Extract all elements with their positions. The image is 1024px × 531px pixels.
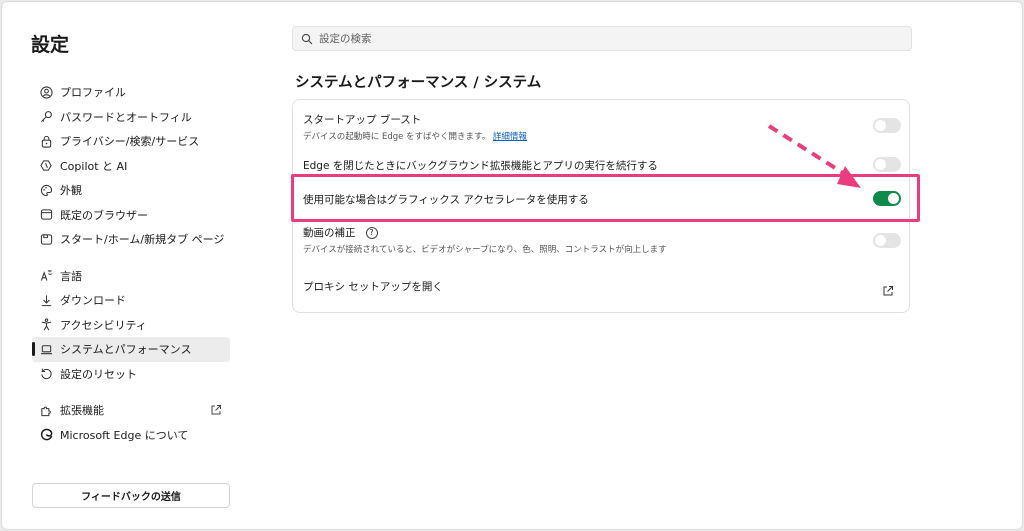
search-box[interactable]: [292, 26, 912, 51]
sidebar-item-label: アクセシビリティ: [60, 318, 147, 332]
setting-description: デバイスの起動時に Edge をすばやく開きます。 詳細情報: [303, 130, 899, 142]
sidebar-item-profile[interactable]: プロファイル: [32, 80, 230, 105]
setting-description: デバイスが接続されていると、ビデオがシャープになり、色、照明、コントラストが向上…: [303, 245, 667, 255]
sidebar-item-label: 拡張機能: [60, 404, 104, 418]
sidebar-item-privacy[interactable]: プライバシー/検索/サービス: [32, 129, 230, 154]
video-enhance-toggle[interactable]: [873, 233, 901, 248]
background-extensions-toggle[interactable]: [873, 157, 901, 172]
sidebar: 設定 プロファイル パスワードとオートフィル プライバシー/検索/サービス Co…: [2, 2, 242, 529]
setting-title-text: 動画の補正: [303, 227, 356, 239]
setting-background-extensions: Edge を閉じたときにバックグラウンド拡張機能とアプリの実行を続行する: [303, 158, 899, 173]
sidebar-item-passwords[interactable]: パスワードとオートフィル: [32, 105, 230, 130]
sidebar-item-downloads[interactable]: ダウンロード: [32, 288, 230, 313]
new-tab-icon: [39, 232, 53, 246]
sidebar-item-about[interactable]: Microsoft Edge について: [32, 423, 230, 448]
setting-title: Edge を閉じたときにバックグラウンド拡張機能とアプリの実行を続行する: [303, 160, 658, 172]
accessibility-icon: [39, 318, 53, 332]
setting-startup-boost: スタートアップ ブースト デバイスの起動時に Edge をすばやく開きます。 詳…: [303, 112, 899, 142]
sidebar-item-reset[interactable]: 設定のリセット: [32, 362, 230, 387]
language-icon: [39, 269, 53, 283]
startup-boost-toggle[interactable]: [873, 118, 901, 133]
sidebar-item-languages[interactable]: 言語: [32, 264, 230, 289]
copilot-icon: [39, 159, 53, 173]
sidebar-item-extensions[interactable]: 拡張機能: [32, 398, 230, 423]
setting-graphics-acceleration: 使用可能な場合はグラフィックス アクセラレータを使用する: [303, 192, 899, 207]
feedback-button[interactable]: フィードバックの送信: [32, 483, 230, 508]
sidebar-item-label: Microsoft Edge について: [60, 428, 189, 442]
sidebar-item-label: プロファイル: [60, 86, 126, 100]
setting-title: スタートアップ ブースト: [303, 114, 422, 126]
setting-proxy[interactable]: プロキシ セットアップを開く: [303, 279, 899, 294]
sidebar-item-label: パスワードとオートフィル: [60, 110, 192, 124]
laptop-icon: [39, 342, 53, 356]
reset-icon: [39, 367, 53, 381]
search-input[interactable]: [319, 32, 879, 45]
sidebar-item-label: 設定のリセット: [60, 367, 137, 381]
help-icon[interactable]: ?: [365, 227, 378, 239]
sidebar-item-label: スタート/ホーム/新規タブ ページ: [60, 233, 225, 247]
search-icon: [301, 33, 313, 44]
sidebar-item-system[interactable]: システムとパフォーマンス: [32, 337, 230, 362]
setting-title: プロキシ セットアップを開く: [303, 281, 443, 293]
sidebar-item-label: 既定のブラウザー: [60, 208, 148, 222]
sidebar-item-start-home[interactable]: スタート/ホーム/新規タブ ページ: [32, 227, 230, 252]
palette-icon: [39, 183, 53, 197]
sidebar-item-accessibility[interactable]: アクセシビリティ: [32, 313, 230, 338]
edge-logo-icon: [39, 428, 53, 442]
settings-card: スタートアップ ブースト デバイスの起動時に Edge をすばやく開きます。 詳…: [292, 99, 910, 313]
setting-title: 動画の補正?: [303, 225, 899, 240]
sidebar-item-label: 外観: [60, 184, 82, 198]
learn-more-link[interactable]: 詳細情報: [493, 132, 527, 142]
sidebar-item-label: プライバシー/検索/サービス: [60, 135, 200, 149]
browser-icon: [39, 208, 53, 222]
graphics-acceleration-toggle[interactable]: [873, 191, 901, 206]
download-icon: [39, 293, 53, 307]
setting-title: 使用可能な場合はグラフィックス アクセラレータを使用する: [303, 194, 589, 206]
sidebar-title: 設定: [31, 34, 70, 56]
external-link-icon[interactable]: [210, 404, 222, 416]
sidebar-item-label: システムとパフォーマンス: [60, 343, 192, 357]
sidebar-item-label: ダウンロード: [60, 294, 126, 308]
settings-window: 設定 プロファイル パスワードとオートフィル プライバシー/検索/サービス Co…: [1, 1, 1023, 530]
open-external-icon[interactable]: [882, 282, 894, 296]
sidebar-nav: プロファイル パスワードとオートフィル プライバシー/検索/サービス Copil…: [32, 80, 230, 447]
sidebar-item-label: 言語: [60, 269, 82, 283]
page-title: システムとパフォーマンス / システム: [295, 75, 542, 91]
setting-description-text: デバイスの起動時に Edge をすばやく開きます。: [303, 132, 491, 142]
setting-video-enhance: 動画の補正? デバイスが接続されていると、ビデオがシャープになり、色、照明、コン…: [303, 225, 899, 255]
key-icon: [39, 110, 53, 124]
sidebar-item-appearance[interactable]: 外観: [32, 178, 230, 203]
lock-icon: [39, 134, 53, 148]
sidebar-item-default-browser[interactable]: 既定のブラウザー: [32, 203, 230, 228]
sidebar-item-label: Copilot と AI: [60, 159, 128, 173]
sidebar-item-copilot[interactable]: Copilot と AI: [32, 154, 230, 179]
puzzle-icon: [39, 403, 53, 417]
profile-icon: [39, 85, 53, 99]
